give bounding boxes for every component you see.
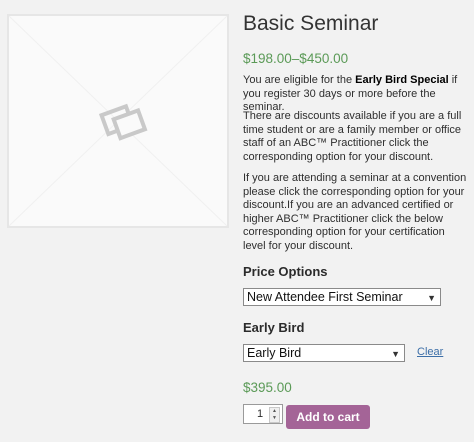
product-title: Basic Seminar [243,12,379,35]
placeholder-image-icon [9,16,227,226]
add-to-cart-button[interactable]: Add to cart [286,405,370,429]
price-options-selected-value: New Attendee First Seminar [247,290,403,304]
early-bird-selected-value: Early Bird [247,346,302,360]
description-paragraph-1: You are eligible for the Early Bird Spec… [243,74,458,113]
price-range: $198.00–$450.00 [243,51,349,66]
quantity-input[interactable]: 1 ▲ ▼ [243,404,283,424]
clear-variations-link[interactable]: Clear [417,346,443,358]
chevron-down-icon: ▼ [391,349,400,359]
quantity-value: 1 [257,408,264,420]
price-options-label: Price Options [243,264,328,279]
quantity-stepper[interactable]: ▲ ▼ [269,407,280,423]
early-bird-label: Early Bird [243,320,305,335]
description-paragraph-3: If you are attending a seminar at a conv… [243,172,467,252]
description-paragraph-2: There are discounts available if you are… [243,110,462,163]
chevron-down-icon: ▼ [427,293,436,303]
variation-price: $395.00 [243,380,292,395]
price-options-select[interactable]: New Attendee First Seminar ▼ [243,288,441,306]
product-image-placeholder[interactable] [7,14,229,228]
early-bird-special-text: Early Bird Special [355,74,449,86]
early-bird-select[interactable]: Early Bird ▼ [243,344,405,362]
